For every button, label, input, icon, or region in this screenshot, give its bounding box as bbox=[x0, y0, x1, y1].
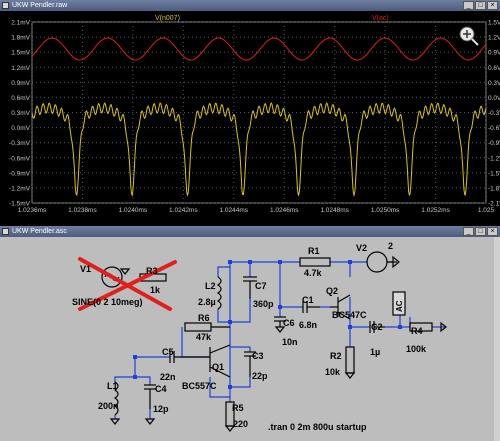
label-L2[interactable]: L2 bbox=[205, 281, 216, 291]
app-icon bbox=[2, 2, 9, 9]
R2-resistor[interactable] bbox=[345, 346, 355, 374]
value-L1[interactable]: 200n bbox=[98, 401, 119, 411]
right-axis-tick: 0.9V bbox=[488, 50, 500, 57]
waveform-window-title: UKW Pendler.raw bbox=[12, 2, 68, 9]
value-AC-label[interactable]: AC bbox=[395, 300, 404, 312]
left-axis-tick: -0.9mV bbox=[9, 170, 31, 177]
waveform-window-titlebar[interactable]: UKW Pendler.raw _ □ × bbox=[0, 0, 500, 11]
label-R4[interactable]: R4 bbox=[411, 326, 423, 336]
trace-label-v-n007[interactable]: V(n007) bbox=[155, 15, 180, 22]
schematic-icon bbox=[2, 228, 9, 235]
R1-resistor[interactable] bbox=[299, 257, 331, 267]
value-C4[interactable]: 12p bbox=[153, 404, 169, 414]
value-R5[interactable]: 220 bbox=[233, 419, 248, 429]
value-R3[interactable]: 1k bbox=[150, 285, 161, 295]
value-V2[interactable]: 2 bbox=[388, 241, 393, 251]
x-axis-tick: 1.0236ms bbox=[18, 207, 47, 214]
label-C7[interactable]: C7 bbox=[255, 281, 267, 291]
left-axis-tick: 2.1mV bbox=[11, 20, 30, 27]
label-C6[interactable]: C6 bbox=[283, 318, 295, 328]
label-R3[interactable]: R3 bbox=[146, 266, 158, 276]
label-R5[interactable]: R5 bbox=[232, 403, 244, 413]
minimize-button[interactable]: _ bbox=[463, 227, 474, 236]
maximize-button[interactable]: □ bbox=[475, 1, 486, 10]
x-axis-tick: 1.025 bbox=[478, 207, 495, 214]
label-C4[interactable]: C4 bbox=[155, 384, 167, 394]
right-axis-tick: -1.2V bbox=[488, 155, 500, 162]
left-axis-tick: 0.3mV bbox=[11, 110, 30, 117]
x-axis-tick: 1.0252ms bbox=[421, 207, 450, 214]
left-axis-tick: -0.3mV bbox=[9, 140, 31, 147]
right-axis-tick: 0.3V bbox=[488, 80, 500, 87]
label-R1[interactable]: R1 bbox=[308, 246, 320, 256]
label-V2[interactable]: V2 bbox=[356, 243, 367, 253]
value-L2[interactable]: 2.8µ bbox=[198, 297, 216, 307]
value-V1[interactable]: SINE(0 2 10meg) bbox=[72, 297, 143, 307]
model-Q2[interactable]: BC547C bbox=[332, 310, 367, 320]
right-axis-tick: 0.0V bbox=[488, 95, 500, 102]
value-R2[interactable]: 10k bbox=[325, 367, 341, 377]
schematic-canvas[interactable]: V1 R3 1k SINE(0 2 10meg) L2 2.8µ C7 360p… bbox=[0, 237, 500, 441]
close-button[interactable]: × bbox=[487, 1, 498, 10]
x-axis-tick: 1.0248ms bbox=[320, 207, 349, 214]
value-R6[interactable]: 47k bbox=[196, 332, 212, 342]
trace-label-v-ac[interactable]: V(ac) bbox=[372, 15, 389, 22]
x-axis-tick: 1.0242ms bbox=[169, 207, 198, 214]
label-R2[interactable]: R2 bbox=[330, 351, 342, 361]
right-axis-tick: -0.6V bbox=[488, 125, 500, 132]
left-axis-tick: 1.2mV bbox=[11, 65, 30, 72]
value-C3[interactable]: 22p bbox=[252, 371, 268, 381]
right-axis-tick: -1.8V bbox=[488, 185, 500, 192]
x-axis-tick: 1.0240ms bbox=[119, 207, 148, 214]
label-Q2[interactable]: Q2 bbox=[326, 286, 338, 296]
x-axis-tick: 1.0244ms bbox=[220, 207, 249, 214]
value-C1[interactable]: 6.8n bbox=[299, 320, 317, 330]
label-Q1[interactable]: Q1 bbox=[212, 362, 224, 372]
right-axis-tick: 1.5V bbox=[488, 20, 500, 27]
value-C2[interactable]: 1µ bbox=[370, 347, 380, 357]
right-axis-tick: -1.5V bbox=[488, 170, 500, 177]
value-C7[interactable]: 360p bbox=[253, 299, 274, 309]
close-button[interactable]: × bbox=[487, 227, 498, 236]
spice-directive[interactable]: .tran 0 2m 800u startup bbox=[268, 422, 367, 432]
waveform-plot[interactable]: 2.1mV 1.8mV 1.5mV 1.2mV 0.9mV 0.6mV 0.3mV 0.0mV… bbox=[0, 11, 500, 226]
left-axis-tick: 1.5mV bbox=[11, 50, 30, 57]
model-Q1[interactable]: BC557C bbox=[182, 381, 217, 391]
left-axis-tick: 0.9mV bbox=[11, 80, 30, 87]
label-R6[interactable]: R6 bbox=[198, 313, 210, 323]
left-axis-tick: -0.6mV bbox=[9, 155, 31, 162]
right-axis-tick: -0.9V bbox=[488, 140, 500, 147]
label-C5[interactable]: C5 bbox=[162, 347, 174, 357]
label-C1[interactable]: C1 bbox=[302, 295, 314, 305]
left-axis-tick: 0.0mV bbox=[11, 125, 30, 132]
value-R4[interactable]: 100k bbox=[406, 344, 427, 354]
value-C6[interactable]: 10n bbox=[282, 337, 298, 347]
x-axis-tick: 1.0238ms bbox=[68, 207, 97, 214]
left-axis-tick: -1.2mV bbox=[9, 185, 31, 192]
right-axis-tick: -0.3V bbox=[488, 110, 500, 117]
label-C2[interactable]: C2 bbox=[371, 322, 383, 332]
maximize-button[interactable]: □ bbox=[475, 227, 486, 236]
schematic-window-title: UKW Pendler.asc bbox=[12, 228, 67, 235]
x-axis-tick: 1.0250ms bbox=[371, 207, 400, 214]
label-L1[interactable]: L1 bbox=[107, 381, 118, 391]
x-axis-tick: 1.0246ms bbox=[270, 207, 299, 214]
label-V1[interactable]: V1 bbox=[80, 264, 91, 274]
minimize-button[interactable]: _ bbox=[463, 1, 474, 10]
right-axis-tick: 1.2V bbox=[488, 35, 500, 42]
left-axis-tick: 0.6mV bbox=[11, 95, 30, 102]
schematic-window-titlebar[interactable]: UKW Pendler.asc _ □ × bbox=[0, 226, 500, 237]
value-R1[interactable]: 4.7k bbox=[304, 268, 323, 278]
label-C3[interactable]: C3 bbox=[252, 351, 264, 361]
value-C5[interactable]: 22n bbox=[160, 372, 176, 382]
right-axis-tick: 0.6V bbox=[488, 65, 500, 72]
left-axis-tick: 1.8mV bbox=[11, 35, 30, 42]
